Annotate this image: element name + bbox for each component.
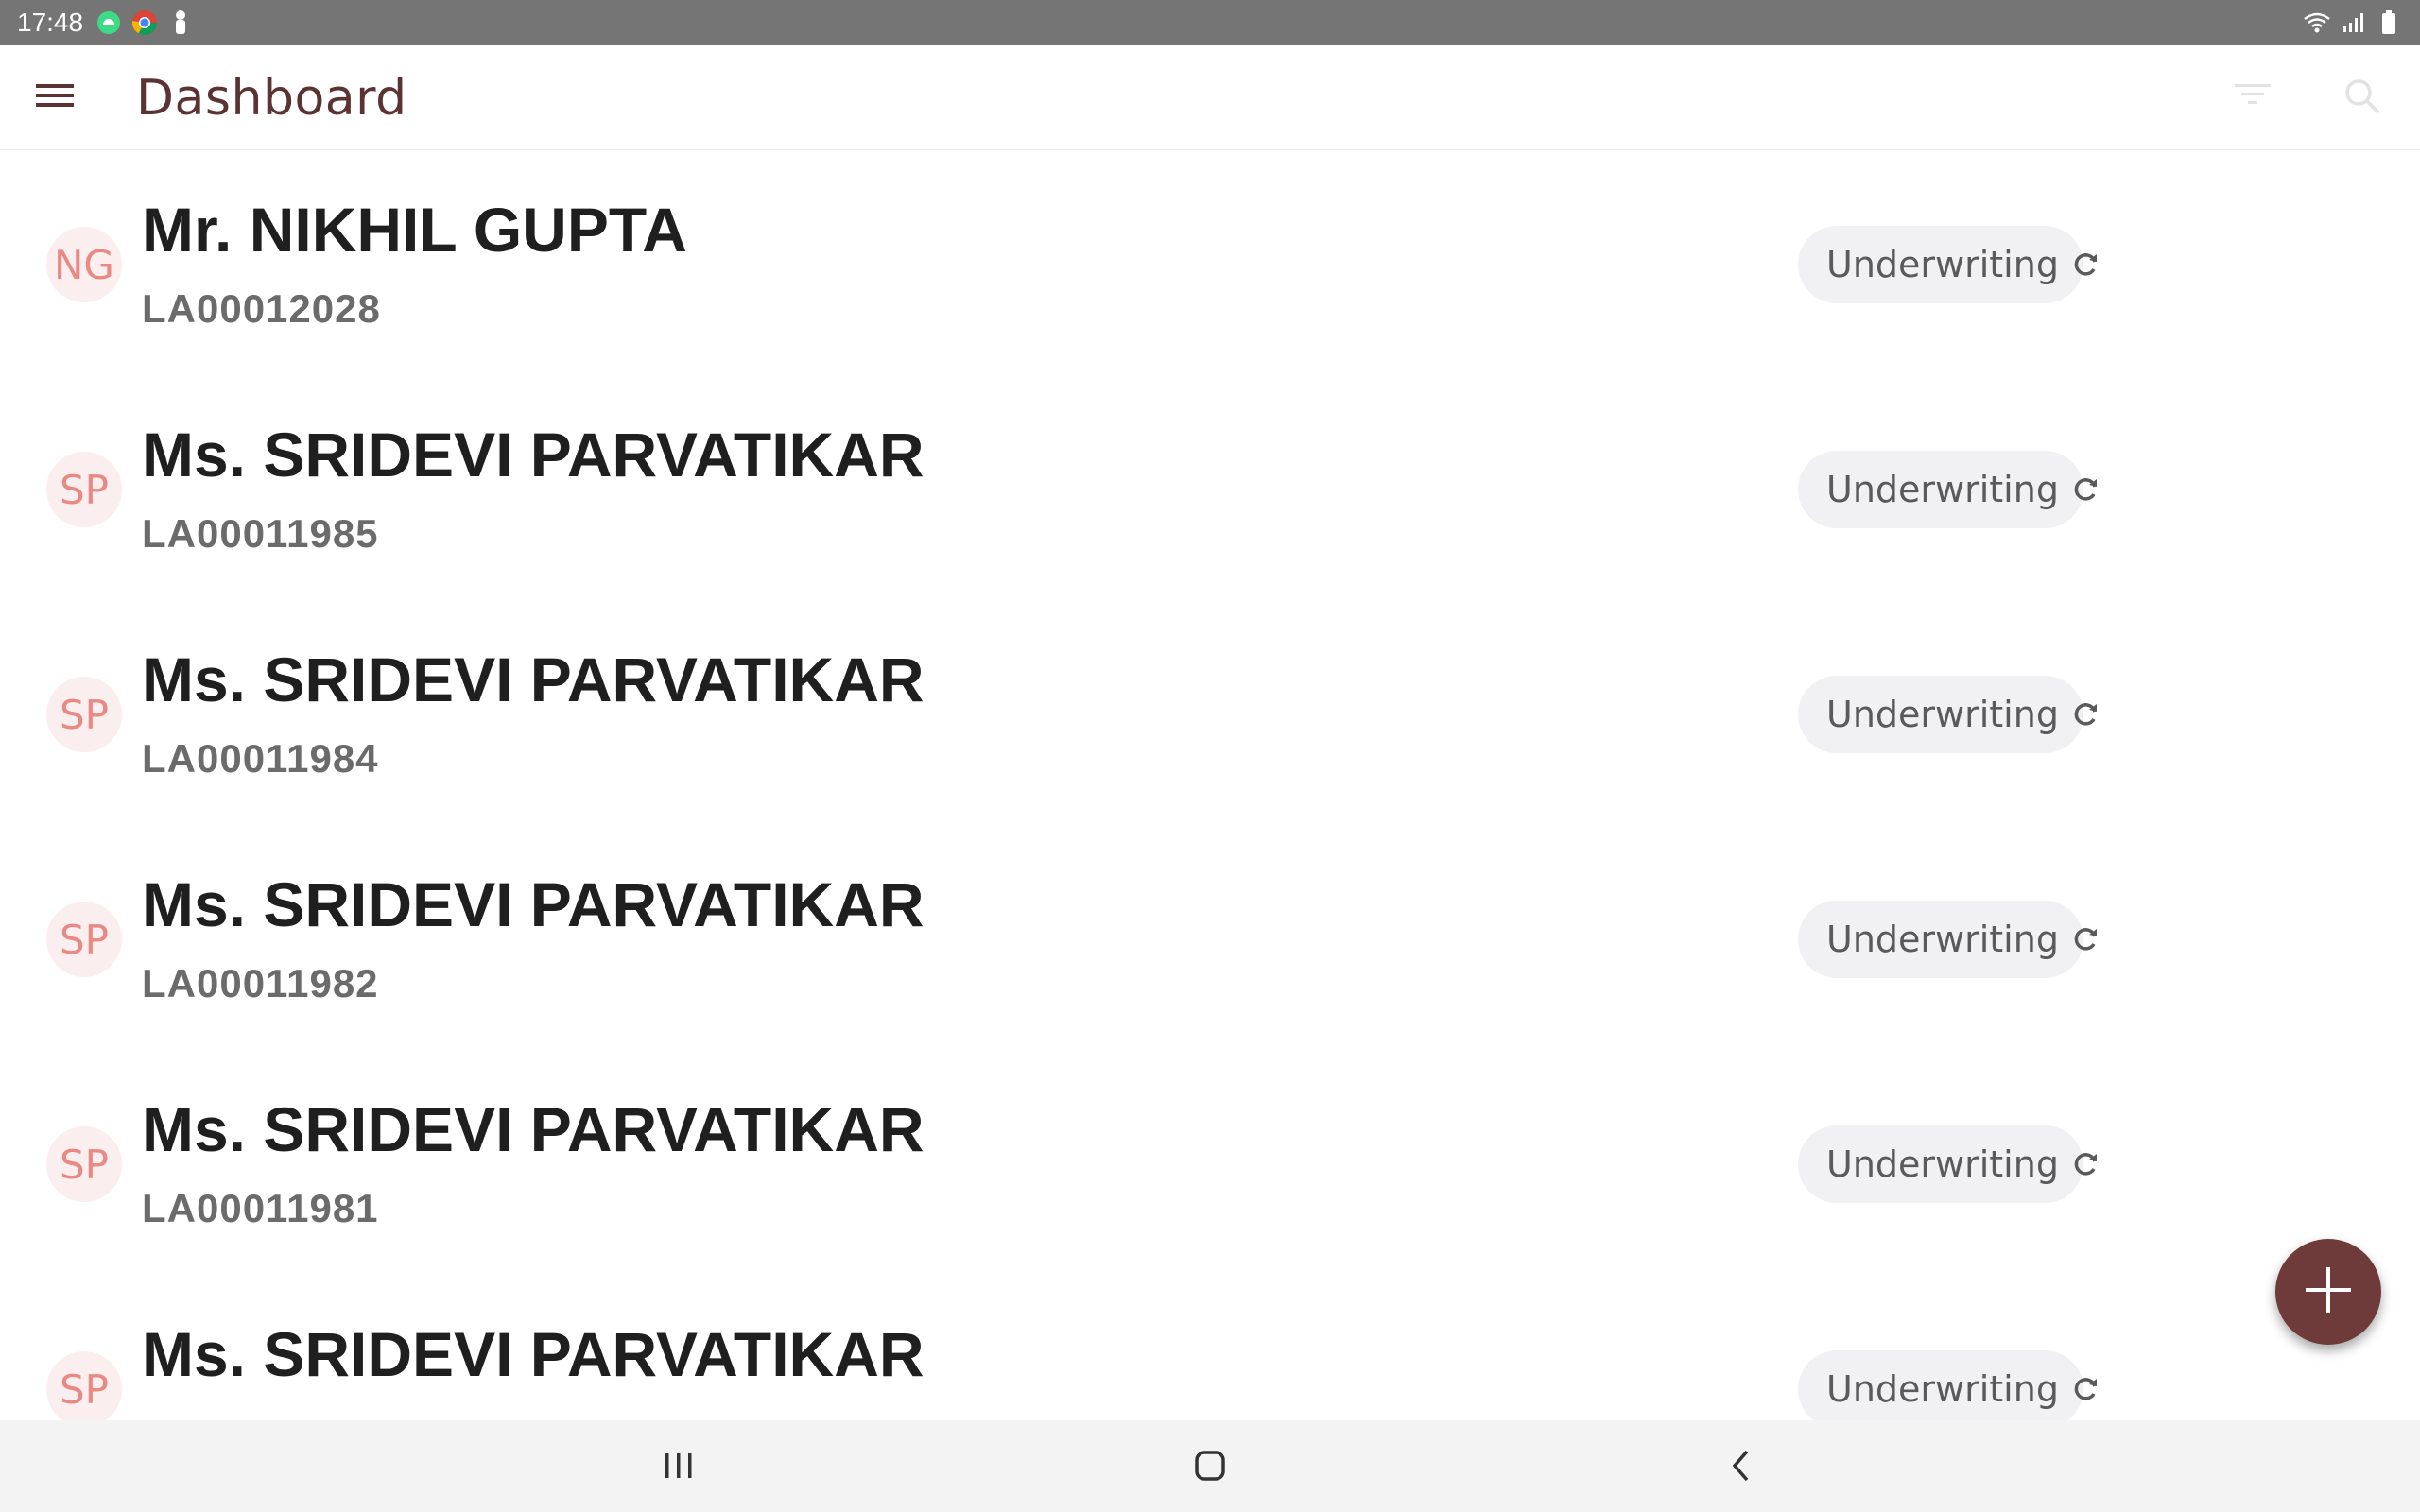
application-id: LA00011985 xyxy=(142,511,379,556)
status-chip[interactable]: Underwriting xyxy=(1798,226,2097,303)
list-item[interactable]: SP Ms. SRIDEVI PARVATIKAR LA00011984 Und… xyxy=(0,600,2420,825)
android-debug-icon xyxy=(95,9,123,37)
filter-button[interactable] xyxy=(2223,68,2282,125)
chrome-icon xyxy=(130,9,159,37)
status-label: Underwriting xyxy=(1826,1143,2059,1185)
back-icon xyxy=(1730,1449,1753,1487)
recent-apps-icon xyxy=(663,1452,695,1485)
back-button[interactable] xyxy=(1703,1439,1779,1496)
recent-apps-button[interactable] xyxy=(641,1439,717,1496)
status-chip[interactable]: Underwriting xyxy=(1798,676,2097,753)
refresh-icon xyxy=(2072,922,2100,956)
status-label: Underwriting xyxy=(1826,694,2059,735)
status-chip[interactable]: Underwriting xyxy=(1798,1125,2097,1203)
app-bar: Dashboard xyxy=(0,45,2420,150)
status-label: Underwriting xyxy=(1826,469,2059,510)
page-title: Dashboard xyxy=(136,70,407,127)
list-item[interactable]: NG Mr. NIKHIL GUPTA LA00012028 Underwrit… xyxy=(0,150,2420,375)
avatar: SP xyxy=(46,452,122,527)
list-item[interactable]: SP Ms. SRIDEVI PARVATIKAR LA00011985 Und… xyxy=(0,375,2420,600)
avatar: SP xyxy=(46,1351,122,1420)
application-id: LA00011982 xyxy=(142,961,379,1005)
status-chip[interactable]: Underwriting xyxy=(1798,901,2097,978)
refresh-icon xyxy=(2072,1372,2100,1406)
filter-icon xyxy=(2235,80,2271,113)
applicant-name: Ms. SRIDEVI PARVATIKAR xyxy=(142,869,925,939)
system-nav-bar xyxy=(0,1420,2420,1512)
search-button[interactable] xyxy=(2333,70,2392,127)
status-label: Underwriting xyxy=(1826,1368,2059,1410)
signal-icon xyxy=(2339,9,2367,37)
application-list: NG Mr. NIKHIL GUPTA LA00012028 Underwrit… xyxy=(0,150,2420,1420)
application-id: LA00012028 xyxy=(142,286,381,331)
battery-icon xyxy=(2375,9,2403,37)
avatar: SP xyxy=(46,677,122,752)
status-time: 17:48 xyxy=(17,8,84,37)
person-icon xyxy=(166,9,195,37)
list-item[interactable]: SP Ms. SRIDEVI PARVATIKAR LA00011982 Und… xyxy=(0,825,2420,1050)
menu-icon xyxy=(36,81,74,114)
avatar: SP xyxy=(46,1126,122,1202)
refresh-icon xyxy=(2072,1147,2100,1181)
applicant-name: Mr. NIKHIL GUPTA xyxy=(142,195,687,265)
add-application-button[interactable] xyxy=(2275,1239,2381,1345)
home-button[interactable] xyxy=(1172,1439,1248,1496)
refresh-icon xyxy=(2072,697,2100,731)
status-chip[interactable]: Underwriting xyxy=(1798,1350,2097,1420)
applicant-name: Ms. SRIDEVI PARVATIKAR xyxy=(142,1319,925,1389)
refresh-icon xyxy=(2072,472,2100,507)
avatar: NG xyxy=(46,227,122,302)
status-label: Underwriting xyxy=(1826,919,2059,960)
status-bar: 17:48 xyxy=(0,0,2420,45)
status-chip[interactable]: Underwriting xyxy=(1798,451,2097,528)
plus-icon xyxy=(2304,1265,2353,1319)
applicant-name: Ms. SRIDEVI PARVATIKAR xyxy=(142,644,925,714)
avatar: SP xyxy=(46,902,122,977)
status-label: Underwriting xyxy=(1826,244,2059,285)
list-item[interactable]: SP Ms. SRIDEVI PARVATIKAR LA00011981 Und… xyxy=(0,1050,2420,1275)
home-icon xyxy=(1194,1450,1226,1486)
list-item[interactable]: SP Ms. SRIDEVI PARVATIKAR Underwriting xyxy=(0,1275,2420,1420)
application-id: LA00011981 xyxy=(142,1186,379,1230)
applicant-name: Ms. SRIDEVI PARVATIKAR xyxy=(142,420,925,490)
wifi-icon xyxy=(2303,9,2331,37)
menu-button[interactable] xyxy=(28,76,81,119)
application-id: LA00011984 xyxy=(142,736,379,781)
status-icons-right xyxy=(2303,0,2403,45)
search-icon xyxy=(2343,77,2381,120)
status-icons-left xyxy=(95,9,195,37)
applicant-name: Ms. SRIDEVI PARVATIKAR xyxy=(142,1094,925,1164)
refresh-icon xyxy=(2072,248,2100,282)
